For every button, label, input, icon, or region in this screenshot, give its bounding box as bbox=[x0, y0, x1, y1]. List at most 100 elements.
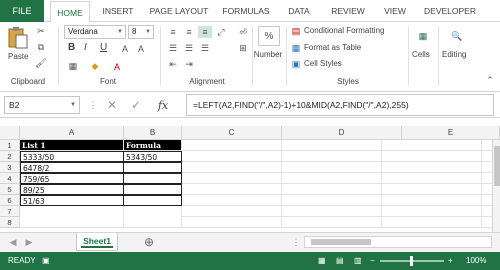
font-color-icon[interactable]: A bbox=[110, 60, 124, 73]
column-header-e[interactable]: E bbox=[402, 126, 500, 140]
page-layout-view-icon[interactable]: ▤ bbox=[336, 252, 344, 270]
vertical-scrollbar[interactable] bbox=[492, 140, 500, 232]
row-header-7[interactable]: 7 bbox=[0, 206, 20, 217]
row-header-1[interactable]: 1 bbox=[0, 140, 20, 151]
cell-a3[interactable]: 6478/2 bbox=[20, 162, 124, 173]
paste-icon[interactable] bbox=[6, 26, 30, 50]
cancel-icon[interactable]: ✕ bbox=[104, 97, 120, 113]
vertical-scroll-thumb[interactable] bbox=[494, 146, 500, 186]
worksheet-grid[interactable]: A B C D E 1 2 3 4 5 6 7 8 List 1 Formula… bbox=[0, 126, 500, 232]
decrease-indent-icon[interactable]: ⇤ bbox=[166, 58, 180, 70]
row-header-6[interactable]: 6 bbox=[0, 195, 20, 206]
enter-icon[interactable]: ✓ bbox=[128, 97, 144, 113]
cell-styles-button[interactable]: Cell Styles bbox=[304, 59, 342, 68]
tab-data[interactable]: DATA bbox=[282, 0, 316, 22]
copy-icon[interactable]: ⧉ bbox=[34, 40, 48, 54]
cell-b4[interactable] bbox=[123, 173, 182, 184]
font-size-select[interactable]: 8 ▼ bbox=[128, 25, 154, 39]
decrease-font-icon[interactable]: A bbox=[134, 42, 148, 55]
normal-view-icon[interactable]: ▦ bbox=[318, 252, 326, 270]
tab-review[interactable]: REVIEW bbox=[326, 0, 370, 22]
orientation-icon[interactable]: ⤢ bbox=[214, 26, 228, 38]
zoom-slider[interactable] bbox=[380, 256, 444, 266]
paste-button[interactable]: Paste bbox=[8, 52, 28, 61]
conditional-formatting-button[interactable]: Conditional Formatting bbox=[304, 26, 384, 35]
cells-icon[interactable]: ▦ bbox=[414, 26, 432, 46]
cell-b6[interactable] bbox=[123, 195, 182, 206]
cell-b5[interactable] bbox=[123, 184, 182, 195]
cell-b3[interactable] bbox=[123, 162, 182, 173]
horizontal-scroll-thumb[interactable] bbox=[311, 239, 371, 245]
tab-page-layout[interactable]: PAGE LAYOUT bbox=[146, 0, 212, 22]
row-header-8[interactable]: 8 bbox=[0, 217, 20, 228]
tab-formulas[interactable]: FORMULAS bbox=[218, 0, 274, 22]
cut-icon[interactable]: ✂ bbox=[34, 24, 48, 38]
percent-icon[interactable]: % bbox=[258, 26, 280, 46]
column-header-a[interactable]: A bbox=[20, 126, 124, 140]
cells-button[interactable]: Cells bbox=[412, 50, 430, 59]
name-box[interactable]: B2 ▼ bbox=[4, 96, 80, 114]
column-header-c[interactable]: C bbox=[182, 126, 282, 140]
align-center-icon[interactable]: ☰ bbox=[182, 42, 196, 54]
merge-center-icon[interactable]: ⊞ bbox=[236, 42, 250, 54]
row-header-5[interactable]: 5 bbox=[0, 184, 20, 195]
collapse-ribbon-icon[interactable]: ⌃ bbox=[484, 74, 496, 86]
cell-a4[interactable]: 759/65 bbox=[20, 173, 124, 184]
tab-insert[interactable]: INSERT bbox=[96, 0, 140, 22]
italic-button[interactable]: I bbox=[84, 42, 87, 53]
insert-function-button[interactable]: fx bbox=[154, 96, 172, 114]
format-as-table-button[interactable]: Format as Table bbox=[304, 43, 361, 52]
cell-a5[interactable]: 89/25 bbox=[20, 184, 124, 195]
zoom-in-button[interactable]: + bbox=[448, 252, 453, 270]
number-format-button[interactable]: Number bbox=[250, 50, 286, 59]
align-left-icon[interactable]: ☰ bbox=[166, 42, 180, 54]
font-name-select[interactable]: Verdana ▼ bbox=[64, 25, 126, 39]
scroll-tabs-left-icon[interactable]: ◀ bbox=[8, 236, 18, 248]
name-box-value: B2 bbox=[9, 100, 20, 110]
tab-view[interactable]: VIEW bbox=[380, 0, 410, 22]
align-middle-icon[interactable]: ≡ bbox=[182, 26, 196, 38]
zoom-slider-thumb[interactable] bbox=[410, 256, 413, 266]
cell-a2[interactable]: 5333/50 bbox=[20, 151, 124, 162]
add-sheet-button[interactable]: ⊕ bbox=[142, 235, 156, 249]
row-header-3[interactable]: 3 bbox=[0, 162, 20, 173]
cell-a1[interactable]: List 1 bbox=[20, 140, 124, 151]
row-header-4[interactable]: 4 bbox=[0, 173, 20, 184]
column-header-d[interactable]: D bbox=[282, 126, 402, 140]
page-break-view-icon[interactable]: ▥ bbox=[354, 252, 362, 270]
column-header-b[interactable]: B bbox=[124, 126, 182, 140]
editing-button[interactable]: Editing bbox=[442, 50, 466, 59]
underline-button[interactable]: U bbox=[100, 42, 107, 53]
tab-file[interactable]: FILE bbox=[0, 0, 44, 22]
horizontal-scrollbar[interactable] bbox=[304, 236, 492, 248]
empty-cells-b[interactable] bbox=[124, 206, 182, 228]
empty-cells-area[interactable] bbox=[182, 140, 500, 228]
empty-cells-a[interactable] bbox=[20, 206, 124, 228]
bold-button[interactable]: B bbox=[68, 42, 75, 53]
row-header-2[interactable]: 2 bbox=[0, 151, 20, 162]
increase-indent-icon[interactable]: ⇥ bbox=[182, 58, 196, 70]
increase-font-icon[interactable]: A bbox=[118, 42, 132, 55]
align-right-icon[interactable]: ☰ bbox=[198, 42, 212, 54]
tab-developer[interactable]: DEVELOPER bbox=[420, 0, 480, 22]
zoom-out-button[interactable]: − bbox=[370, 252, 375, 270]
sheet-tab-sheet1[interactable]: Sheet1 bbox=[76, 233, 118, 251]
cell-b1[interactable]: Formula bbox=[124, 140, 182, 151]
cell-b2[interactable]: 5343/50 bbox=[123, 151, 182, 162]
format-painter-icon[interactable]: 🖌 bbox=[34, 56, 48, 70]
tab-home[interactable]: HOME bbox=[50, 1, 90, 23]
tab-split-icon[interactable]: ⋮ bbox=[292, 237, 301, 247]
zoom-level[interactable]: 100% bbox=[466, 252, 486, 270]
fill-color-icon[interactable]: ◆ bbox=[88, 60, 102, 73]
cell-a6[interactable]: 51/63 bbox=[20, 195, 124, 206]
wrap-text-icon[interactable]: ⏎ bbox=[236, 26, 250, 38]
select-all-corner[interactable] bbox=[0, 126, 20, 140]
borders-icon[interactable]: ▦ bbox=[66, 60, 80, 73]
macro-record-icon[interactable]: ▣ bbox=[42, 252, 50, 270]
align-top-icon[interactable]: ≡ bbox=[166, 26, 180, 38]
formula-input[interactable]: =LEFT(A2,FIND("/",A2)-1)+10&MID(A2,FIND(… bbox=[186, 94, 494, 116]
chevron-down-icon[interactable]: ▼ bbox=[70, 97, 76, 113]
find-select-icon[interactable]: 🔍 bbox=[448, 26, 466, 46]
align-bottom-icon[interactable]: ≡ bbox=[198, 26, 212, 38]
scroll-tabs-right-icon[interactable]: ▶ bbox=[24, 236, 34, 248]
